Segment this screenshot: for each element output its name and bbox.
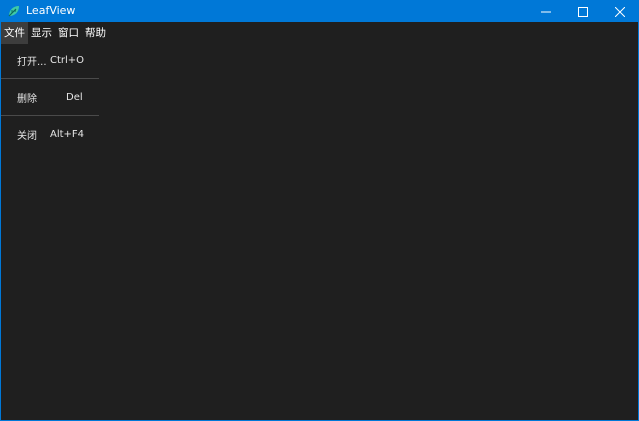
window-controls <box>527 0 638 22</box>
menu-item-delete[interactable]: 删除 Del <box>1 81 99 113</box>
menu-item-shortcut: Alt+F4 <box>50 128 85 140</box>
menu-item-shortcut: Del <box>66 91 83 103</box>
menu-help[interactable]: 帮助 <box>82 22 109 44</box>
menu-file[interactable]: 文件 <box>1 22 28 44</box>
maximize-button[interactable] <box>564 0 601 22</box>
menu-bar: 文件 显示 窗口 帮助 <box>1 22 638 44</box>
window-title: LeafView <box>26 4 76 17</box>
leaf-icon <box>7 4 21 18</box>
menu-separator <box>1 78 99 79</box>
menu-item-open[interactable]: 打开... Ctrl+O <box>1 44 99 76</box>
menu-item-label: 打开... <box>17 56 47 68</box>
maximize-icon <box>577 2 588 21</box>
menu-window[interactable]: 窗口 <box>55 22 82 44</box>
minimize-icon <box>540 2 551 21</box>
menu-view[interactable]: 显示 <box>28 22 55 44</box>
close-button[interactable] <box>601 0 638 22</box>
menu-item-label: 关闭 <box>17 130 37 142</box>
file-menu-dropdown: 打开... Ctrl+O 删除 Del 关闭 Alt+F4 <box>1 44 99 150</box>
menu-item-label: 删除 <box>17 93 37 105</box>
close-icon <box>614 2 625 21</box>
menu-separator <box>1 115 99 116</box>
app-window: LeafView 文件 显示 窗口 帮助 打开... Ctrl+O 删除 Del… <box>0 0 639 421</box>
minimize-button[interactable] <box>527 0 564 22</box>
menu-item-shortcut: Ctrl+O <box>50 54 85 66</box>
menu-item-close[interactable]: 关闭 Alt+F4 <box>1 118 99 150</box>
title-bar[interactable]: LeafView <box>1 0 638 22</box>
